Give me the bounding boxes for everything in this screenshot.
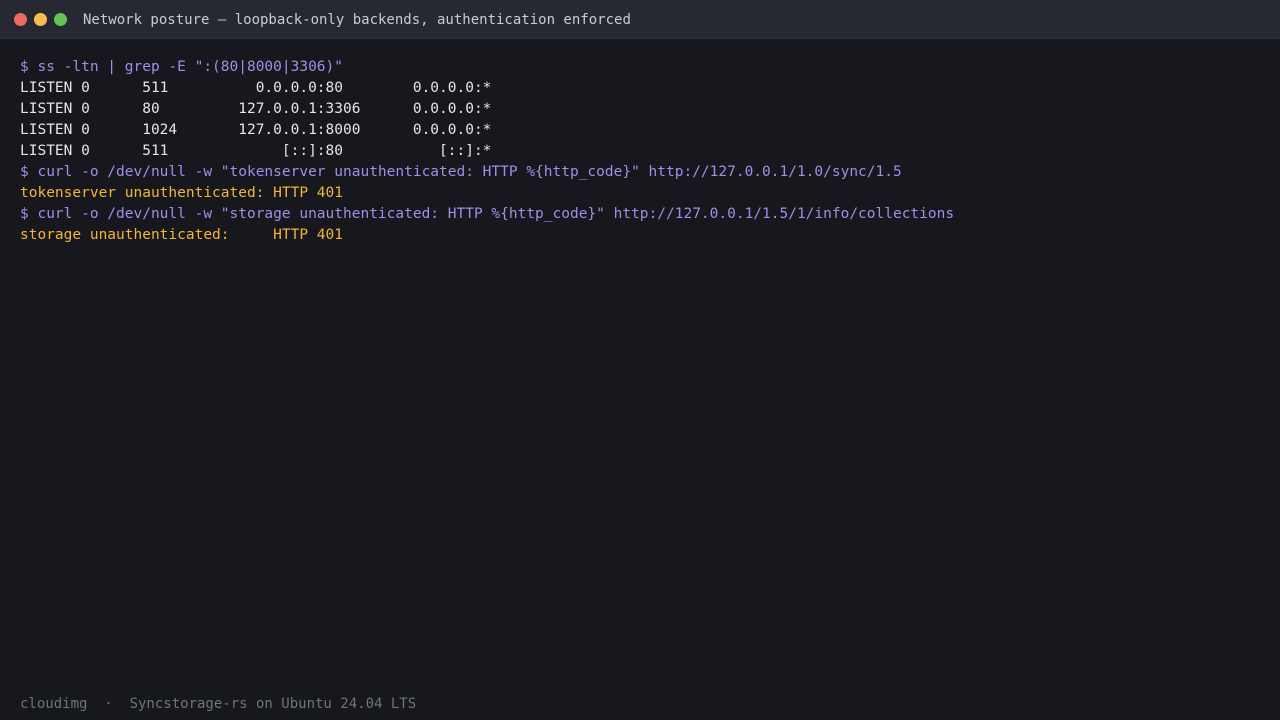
terminal-line-status: storage unauthenticated: HTTP 401 <box>20 227 344 243</box>
terminal-output[interactable]: $ ss -ltn | grep -E ":(80|8000|3306)" LI… <box>20 57 1260 246</box>
footer-caption: cloudimg · Syncstorage-rs on Ubuntu 24.0… <box>20 696 417 712</box>
title-bar: Network posture — loopback-only backends… <box>0 0 1280 39</box>
terminal-line-output: LISTEN 0 80 127.0.0.1:3306 0.0.0.0:* <box>20 101 492 117</box>
terminal-line-output: LISTEN 0 511 [::]:80 [::]:* <box>20 143 492 159</box>
maximize-window-button[interactable] <box>54 13 67 26</box>
terminal-line-command: $ curl -o /dev/null -w "tokenserver unau… <box>20 164 902 180</box>
terminal-line-output: LISTEN 0 511 0.0.0.0:80 0.0.0.0:* <box>20 80 492 96</box>
minimize-window-button[interactable] <box>34 13 47 26</box>
close-window-button[interactable] <box>14 13 27 26</box>
window-title: Network posture — loopback-only backends… <box>83 12 631 28</box>
terminal-line-output: LISTEN 0 1024 127.0.0.1:8000 0.0.0.0:* <box>20 122 492 138</box>
terminal-window: Network posture — loopback-only backends… <box>0 0 1280 720</box>
terminal-line-command: $ curl -o /dev/null -w "storage unauthen… <box>20 206 955 222</box>
terminal-line-status: tokenserver unauthenticated: HTTP 401 <box>20 185 344 201</box>
terminal-line-command: $ ss -ltn | grep -E ":(80|8000|3306)" <box>20 59 344 75</box>
